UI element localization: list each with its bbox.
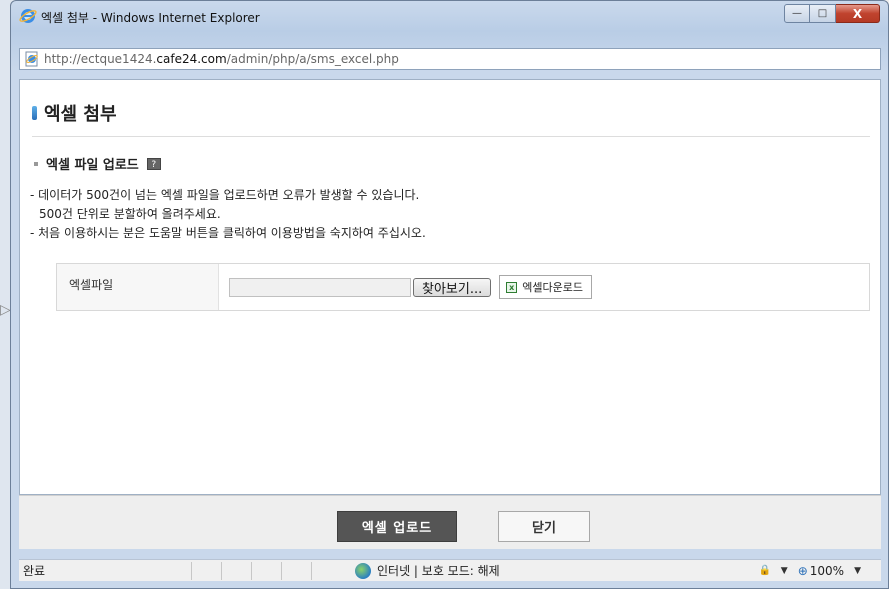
title-bar[interactable]: 엑셀 첨부 - Windows Internet Explorer — □ X: [11, 1, 888, 41]
help-icon[interactable]: ?: [146, 157, 161, 170]
protected-mode-icon[interactable]: 🔒: [759, 565, 773, 577]
zoom-icon[interactable]: ⊕: [798, 564, 808, 578]
close-window-button[interactable]: X: [836, 4, 880, 23]
security-zone[interactable]: 인터넷 | 보호 모드: 해제: [355, 562, 675, 579]
button-bar: 엑셀 업로드 닫기: [19, 495, 881, 549]
excel-file-label: 엑셀파일: [57, 264, 219, 310]
excel-download-button[interactable]: x 엑셀다운로드: [499, 275, 592, 299]
status-segment: [251, 561, 281, 580]
status-segment: [281, 561, 311, 580]
close-button[interactable]: 닫기: [498, 511, 590, 542]
page-title: 엑셀 첨부: [32, 100, 117, 126]
status-bar: 완료 인터넷 | 보호 모드: 해제 🔒 ▼ ⊕ 100% ▼: [19, 559, 881, 581]
chevron-down-icon[interactable]: ▼: [781, 566, 788, 576]
section-title: 엑셀 파일 업로드: [46, 158, 139, 173]
notes: - 데이터가 500건이 넘는 엑셀 파일을 업로드하면 오류가 발생할 수 있…: [30, 186, 426, 243]
page-title-text: 엑셀 첨부: [44, 104, 117, 125]
zoom-level[interactable]: 100%: [810, 564, 844, 578]
note-line: 500건 단위로 분할하여 올려주세요.: [39, 207, 221, 221]
note-line: - 처음 이용하시는 분은 도움말 버튼을 클릭하여 이용방법을 숙지하여 주십…: [30, 226, 426, 240]
excel-upload-button[interactable]: 엑셀 업로드: [337, 511, 457, 542]
url-prefix: http://ectque1424.: [44, 52, 157, 66]
page-content: 엑셀 첨부 엑셀 파일 업로드 ? - 데이터가 500건이 넘는 엑셀 파일을…: [19, 79, 881, 495]
url-host: cafe24.com: [156, 52, 227, 66]
status-text: 완료: [23, 564, 46, 578]
browser-window: 엑셀 첨부 - Windows Internet Explorer — □ X …: [10, 0, 889, 589]
address-url: http://ectque1424.cafe24.com/admin/php/a…: [44, 52, 399, 66]
zone-text: 인터넷 | 보호 모드: 해제: [377, 564, 500, 578]
maximize-button[interactable]: □: [810, 4, 836, 23]
upload-form-table: 엑셀파일 찾아보기... x 엑셀다운로드: [56, 263, 870, 311]
title-mark-icon: [32, 106, 37, 120]
excel-file-cell: 찾아보기... x 엑셀다운로드: [219, 264, 869, 310]
section-header: 엑셀 파일 업로드 ?: [34, 154, 161, 173]
note-line: - 데이터가 500건이 넘는 엑셀 파일을 업로드하면 오류가 발생할 수 있…: [30, 188, 420, 202]
bullet-icon: [34, 161, 38, 166]
ie-logo-icon: [19, 9, 37, 23]
globe-icon: [355, 562, 371, 579]
excel-icon: x: [506, 281, 518, 293]
file-path-input[interactable]: [229, 277, 411, 297]
zoom-chevron-down-icon[interactable]: ▼: [854, 566, 861, 576]
status-segment: [191, 561, 221, 580]
window-title: 엑셀 첨부 - Windows Internet Explorer: [41, 11, 260, 25]
page-icon: [25, 51, 38, 67]
status-segment: [311, 561, 341, 580]
title-divider: [32, 136, 870, 137]
excel-download-label: 엑셀다운로드: [522, 281, 583, 294]
browse-button[interactable]: 찾아보기...: [413, 277, 492, 297]
minimize-button[interactable]: —: [784, 4, 810, 23]
address-bar[interactable]: http://ectque1424.cafe24.com/admin/php/a…: [19, 48, 881, 70]
status-tools: 🔒 ▼ ⊕ 100% ▼: [759, 564, 881, 578]
status-segment: [221, 561, 251, 580]
window-controls: — □ X: [784, 4, 880, 23]
url-path: /admin/php/a/sms_excel.php: [226, 52, 399, 66]
